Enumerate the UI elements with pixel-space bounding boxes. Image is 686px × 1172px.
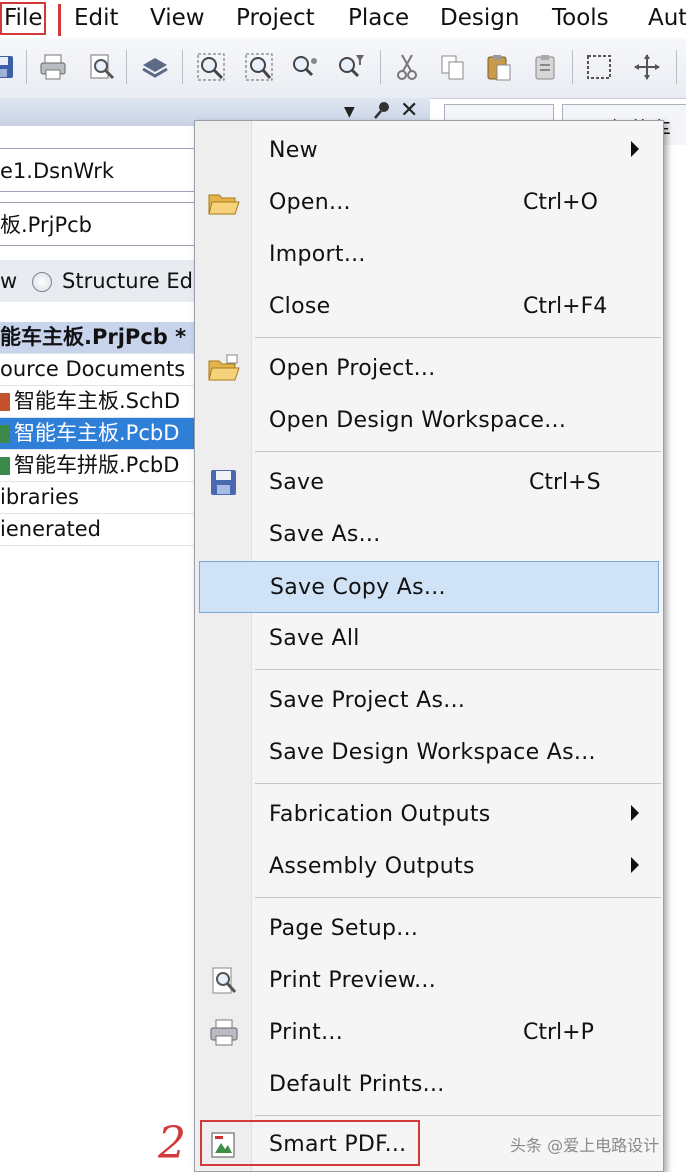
schematic-file-icon bbox=[0, 393, 10, 411]
structure-editor-label[interactable]: Structure Edito bbox=[62, 260, 196, 302]
menu-item-import[interactable]: Import... bbox=[195, 229, 663, 281]
menu-automation[interactable]: Aut bbox=[648, 3, 686, 33]
paste-icon[interactable] bbox=[484, 50, 514, 84]
open-folder-icon bbox=[208, 194, 240, 215]
cut-icon[interactable] bbox=[392, 50, 422, 84]
menu-tools[interactable]: Tools bbox=[552, 3, 609, 33]
file-view-radio-label[interactable]: w bbox=[0, 260, 17, 302]
project-tree: 能车主板.PrjPcb * ource Documents 智能车主板.SchD… bbox=[0, 322, 196, 548]
smart-pdf-highlight-box bbox=[200, 1120, 420, 1166]
project-name: 板.PrjPcb bbox=[0, 213, 92, 237]
panel-menu-dropdown-icon[interactable]: ▼ bbox=[344, 104, 355, 120]
move-icon[interactable] bbox=[632, 50, 662, 84]
zoom-filter-icon[interactable] bbox=[336, 50, 366, 84]
tree-item-pcb-panel[interactable]: 智能车拼版.PcbD bbox=[0, 450, 196, 482]
pcb-file-icon bbox=[0, 425, 10, 443]
zoom-area-icon[interactable] bbox=[244, 50, 274, 84]
toolbar bbox=[0, 38, 686, 99]
view-mode-row: w Structure Edito bbox=[0, 260, 196, 302]
menu-item-fabrication-outputs[interactable]: Fabrication Outputs bbox=[195, 789, 663, 841]
print-icon[interactable] bbox=[38, 50, 68, 84]
copy-icon[interactable] bbox=[438, 50, 468, 84]
menu-item-default-prints[interactable]: Default Prints... bbox=[195, 1059, 663, 1111]
menu-separator bbox=[255, 783, 661, 784]
step-number-annotation: 2 bbox=[158, 1118, 186, 1169]
printer-icon bbox=[210, 1019, 238, 1046]
layer-stack-icon[interactable] bbox=[140, 50, 170, 84]
print-preview-icon[interactable] bbox=[86, 50, 116, 84]
menu-item-open[interactable]: Open... Ctrl+O bbox=[195, 177, 663, 229]
file-menu-dropdown: New Open... Ctrl+O Import... Close Ctrl+… bbox=[194, 120, 664, 1172]
menu-view[interactable]: View bbox=[150, 3, 205, 33]
tree-item-pcb-main[interactable]: 智能车主板.PcbD bbox=[0, 418, 196, 450]
menu-separator bbox=[255, 669, 661, 670]
paste-special-icon[interactable] bbox=[530, 50, 560, 84]
open-project-icon bbox=[208, 354, 240, 381]
menu-item-page-setup[interactable]: Page Setup... bbox=[195, 903, 663, 955]
menu-item-open-design-workspace[interactable]: Open Design Workspace... bbox=[195, 395, 663, 447]
menu-design[interactable]: Design bbox=[440, 3, 519, 33]
tree-item-source-documents[interactable]: ource Documents bbox=[0, 354, 196, 386]
menu-file[interactable]: File bbox=[4, 3, 43, 33]
workspace-selector[interactable]: e1.DsnWrk bbox=[0, 148, 196, 192]
menu-item-save-design-workspace-as[interactable]: Save Design Workspace As... bbox=[195, 727, 663, 779]
tree-item-schematic[interactable]: 智能车主板.SchD bbox=[0, 386, 196, 418]
zoom-fit-icon[interactable] bbox=[196, 50, 226, 84]
watermark: 头条 @爱上电路设计 bbox=[510, 1136, 660, 1155]
save-icon[interactable] bbox=[0, 50, 16, 84]
menu-separator bbox=[255, 337, 661, 338]
menu-item-save-as[interactable]: Save As... bbox=[195, 509, 663, 561]
menu-item-close[interactable]: Close Ctrl+F4 bbox=[195, 281, 663, 333]
menu-item-save-project-as[interactable]: Save Project As... bbox=[195, 675, 663, 727]
menu-project[interactable]: Project bbox=[236, 3, 315, 33]
submenu-arrow-icon bbox=[631, 805, 639, 821]
menu-item-save[interactable]: Save Ctrl+S bbox=[195, 457, 663, 509]
menu-item-print-preview[interactable]: Print Preview... bbox=[195, 955, 663, 1007]
menu-item-save-copy-as[interactable]: Save Copy As... bbox=[199, 561, 659, 613]
zoom-selected-icon[interactable] bbox=[290, 50, 320, 84]
menu-item-print[interactable]: Print... Ctrl+P bbox=[195, 1007, 663, 1059]
pcb-file-icon bbox=[0, 457, 10, 475]
menu-separator bbox=[255, 897, 661, 898]
structure-editor-radio[interactable] bbox=[32, 272, 52, 292]
menu-item-save-all[interactable]: Save All bbox=[195, 613, 663, 665]
submenu-arrow-icon bbox=[631, 141, 639, 157]
project-selector[interactable]: 板.PrjPcb bbox=[0, 202, 196, 246]
menu-place[interactable]: Place bbox=[348, 3, 409, 33]
menu-separator bbox=[255, 1115, 661, 1116]
pin-icon[interactable] bbox=[372, 99, 394, 121]
submenu-arrow-icon bbox=[631, 857, 639, 873]
print-preview-icon bbox=[212, 967, 237, 994]
menu-bar: File Edit View Project Place Design Tool… bbox=[0, 0, 686, 39]
annotation-mark bbox=[58, 4, 61, 36]
menu-separator bbox=[255, 451, 661, 452]
menu-item-new[interactable]: New bbox=[195, 125, 663, 177]
select-rect-icon[interactable] bbox=[584, 50, 614, 84]
tree-item-libraries[interactable]: ibraries bbox=[0, 482, 196, 514]
workspace-name: e1.DsnWrk bbox=[0, 159, 114, 183]
menu-item-open-project[interactable]: Open Project... bbox=[195, 343, 663, 395]
save-disk-icon bbox=[211, 470, 236, 495]
menu-edit[interactable]: Edit bbox=[74, 3, 119, 33]
tree-item-generated[interactable]: ienerated bbox=[0, 514, 196, 546]
menu-item-assembly-outputs[interactable]: Assembly Outputs bbox=[195, 841, 663, 893]
tree-item-project[interactable]: 能车主板.PrjPcb * bbox=[0, 322, 196, 354]
